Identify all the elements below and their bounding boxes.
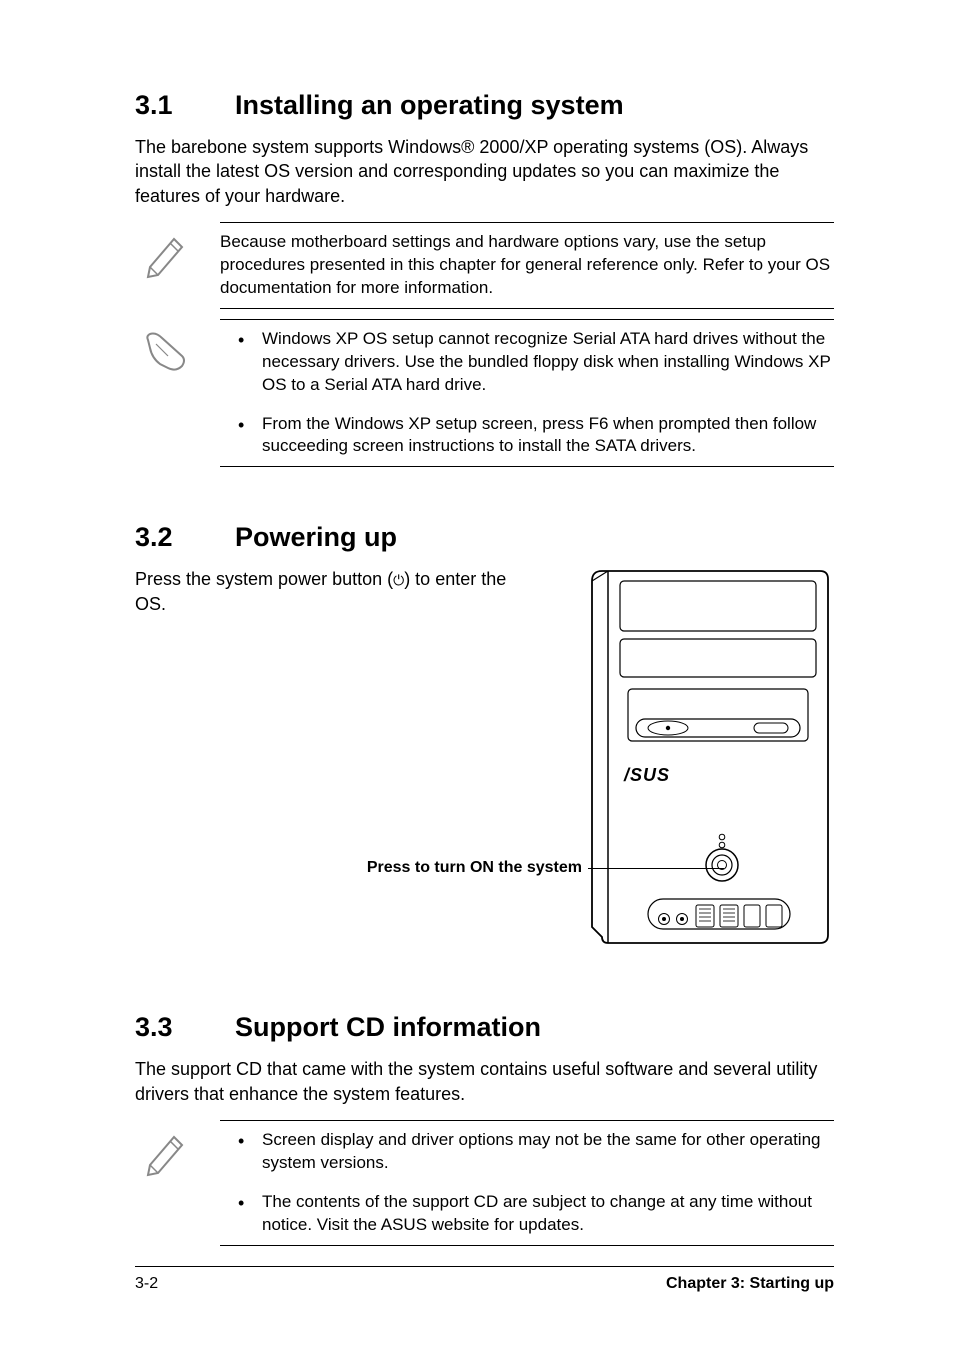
important-item-2: From the Windows XP setup screen, press …: [220, 413, 834, 459]
note-item-1: Screen display and driver options may no…: [220, 1129, 834, 1175]
important-item-1: Windows XP OS setup cannot recognize Ser…: [220, 328, 834, 397]
page-footer: 3-2 Chapter 3: Starting up: [135, 1266, 834, 1293]
powering-row: Press the system power button (⏻) to ent…: [135, 567, 834, 947]
section-title: Installing an operating system: [235, 90, 624, 121]
section-3-3-intro: The support CD that came with the system…: [135, 1057, 834, 1106]
svg-text:/SUS: /SUS: [623, 765, 670, 785]
power-button-callout: Press to turn ON the system: [367, 859, 724, 877]
callout-leader-line: [588, 868, 724, 869]
section-heading-3-3: 3.3 Support CD information: [135, 1012, 834, 1043]
section-title: Support CD information: [235, 1012, 541, 1043]
chapter-label: Chapter 3: Starting up: [666, 1275, 834, 1293]
page-number: 3-2: [135, 1275, 158, 1293]
powering-text: Press the system power button (⏻) to ent…: [135, 567, 524, 616]
pointing-hand-icon: [142, 326, 192, 376]
note-item-2: The contents of the support CD are subje…: [220, 1191, 834, 1237]
important-list: Windows XP OS setup cannot recognize Ser…: [220, 328, 834, 459]
pencil-note-icon: [142, 1127, 192, 1177]
note-callout-3-3: Screen display and driver options may no…: [220, 1120, 834, 1246]
section-heading-3-2: 3.2 Powering up: [135, 522, 834, 553]
computer-tower-figure: /SUS: [524, 567, 834, 947]
section-3-1-intro: The barebone system supports Windows® 20…: [135, 135, 834, 208]
section-number: 3.2: [135, 522, 235, 553]
powering-text-pre: Press the system power button (: [135, 569, 393, 589]
power-icon: ⏻: [393, 572, 404, 588]
computer-tower-svg: /SUS: [584, 567, 834, 947]
section-number: 3.1: [135, 90, 235, 121]
section-number: 3.3: [135, 1012, 235, 1043]
important-callout: Windows XP OS setup cannot recognize Ser…: [220, 319, 834, 468]
section-heading-3-1: 3.1 Installing an operating system: [135, 90, 834, 121]
callout-label-text: Press to turn ON the system: [367, 859, 582, 877]
document-page: 3.1 Installing an operating system The b…: [0, 0, 954, 1296]
pencil-note-icon: [142, 229, 192, 279]
note-text: Because motherboard settings and hardwar…: [220, 231, 834, 300]
section-title: Powering up: [235, 522, 397, 553]
note-list-3-3: Screen display and driver options may no…: [220, 1129, 834, 1237]
note-callout: Because motherboard settings and hardwar…: [220, 222, 834, 309]
